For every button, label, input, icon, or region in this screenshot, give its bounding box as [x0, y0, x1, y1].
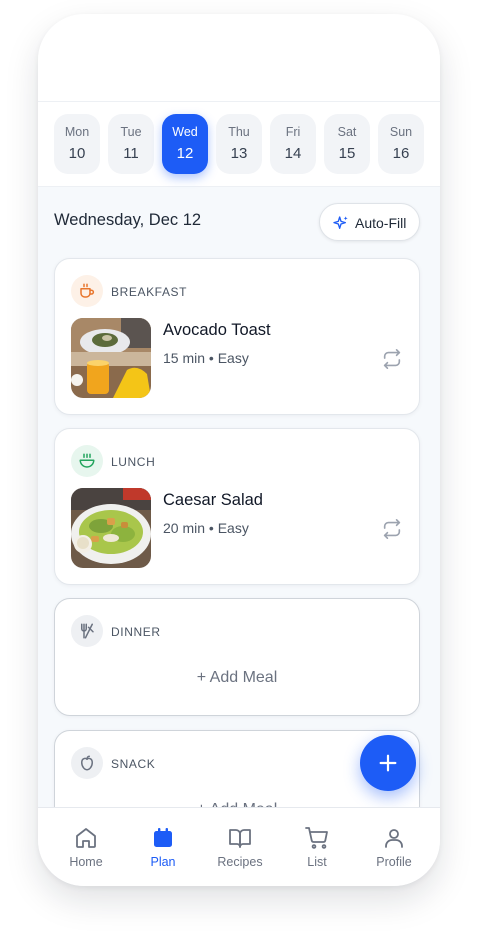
- day-number: 12: [176, 145, 194, 162]
- repeat-icon: [383, 349, 401, 369]
- phone-screen: Mon 10 Tue 11 Wed 12 Thu 13 Fri 14 Sat 15 Sun 1…: [38, 14, 440, 886]
- bowl-icon: [71, 445, 103, 477]
- meal-label: SNACK: [111, 757, 156, 771]
- add-fab-button[interactable]: [360, 735, 416, 791]
- tab-plan[interactable]: Plan: [123, 808, 203, 886]
- meal-label: BREAKFAST: [111, 285, 188, 299]
- meal-recipe-name[interactable]: Avocado Toast: [163, 321, 271, 340]
- tab-home[interactable]: Home: [46, 808, 126, 886]
- day-name: Wed: [172, 125, 198, 139]
- day-name: Fri: [285, 125, 301, 139]
- calendar-icon: [154, 828, 172, 847]
- plus-icon: [379, 754, 397, 772]
- day-name: Sat: [337, 125, 357, 139]
- meal-meta: 15 min • Easy: [163, 350, 249, 366]
- caesar-salad-photo: [71, 488, 151, 568]
- day-name: Tue: [120, 125, 142, 139]
- tab-label: List: [307, 855, 327, 869]
- repeat-icon: [383, 519, 401, 539]
- day-number: 13: [230, 145, 248, 162]
- date-heading: Wednesday, Dec 12: [54, 211, 202, 229]
- tab-profile[interactable]: Profile: [354, 808, 434, 886]
- tab-label: Recipes: [217, 855, 263, 869]
- tab-label: Plan: [150, 855, 176, 869]
- auto-fill-button[interactable]: Auto-Fill: [319, 203, 420, 241]
- meal-recipe-name[interactable]: Caesar Salad: [163, 491, 263, 510]
- bottom-tab-bar: Home Plan Recipes List Profile: [38, 807, 440, 886]
- meal-meta: 20 min • Easy: [163, 520, 249, 536]
- status-area: [38, 14, 440, 102]
- meal-card-breakfast[interactable]: BREAKFAST Avocado Toast 15 min • Easy: [54, 258, 420, 415]
- swap-meal-button[interactable]: [381, 348, 405, 372]
- auto-fill-label: Auto-Fill: [355, 215, 407, 231]
- day-number: 15: [338, 145, 356, 162]
- day-number: 14: [284, 145, 302, 162]
- tab-label: Profile: [376, 855, 412, 869]
- book-icon: [229, 829, 251, 848]
- meal-card-dinner[interactable]: DINNER + Add Meal: [54, 598, 420, 716]
- day-number: 16: [392, 145, 410, 162]
- day-tue[interactable]: Tue 11: [108, 114, 154, 174]
- tab-recipes[interactable]: Recipes: [200, 808, 280, 886]
- day-mon[interactable]: Mon 10: [54, 114, 100, 174]
- day-wed-selected[interactable]: Wed 12: [162, 114, 208, 174]
- day-sat[interactable]: Sat 15: [324, 114, 370, 174]
- avocado-toast-photo: [71, 318, 151, 398]
- sparkles-icon: [333, 216, 348, 229]
- meal-label: LUNCH: [111, 455, 156, 469]
- home-icon: [76, 828, 96, 848]
- day-name: Mon: [64, 125, 90, 139]
- day-name: Sun: [389, 125, 413, 139]
- week-strip: Mon 10 Tue 11 Wed 12 Thu 13 Fri 14 Sat 15 Sun 1…: [38, 102, 440, 187]
- add-meal-button[interactable]: + Add Meal: [55, 669, 419, 687]
- tab-label: Home: [69, 855, 103, 869]
- meal-card-lunch[interactable]: LUNCH Caesar Salad 20 min • Easy: [54, 428, 420, 585]
- user-icon: [385, 829, 403, 848]
- day-fri[interactable]: Fri 14: [270, 114, 316, 174]
- apple-icon: [71, 747, 103, 779]
- day-name: Thu: [228, 125, 250, 139]
- meal-label: DINNER: [111, 625, 161, 639]
- utensils-icon: [71, 615, 103, 647]
- day-sun[interactable]: Sun 16: [378, 114, 424, 174]
- coffee-cup-icon: [71, 275, 103, 307]
- swap-meal-button[interactable]: [381, 518, 405, 542]
- day-number: 10: [68, 145, 86, 162]
- day-number: 11: [123, 145, 139, 162]
- cart-icon: [305, 827, 328, 849]
- day-thu[interactable]: Thu 13: [216, 114, 262, 174]
- tab-list[interactable]: List: [277, 808, 357, 886]
